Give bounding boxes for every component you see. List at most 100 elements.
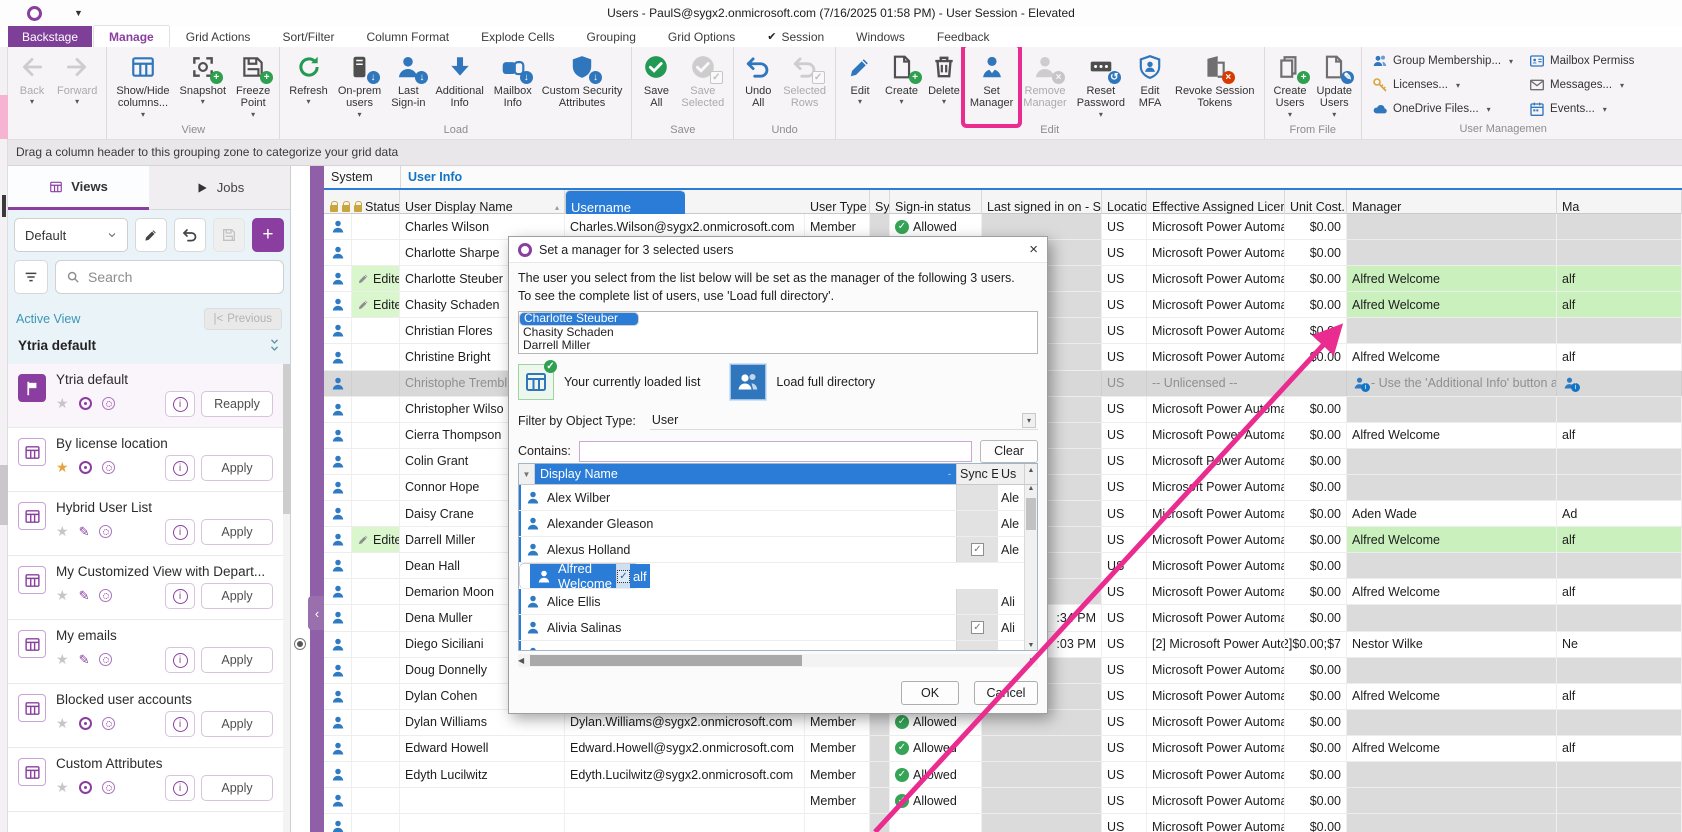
ribbon-button[interactable]: +Create▾: [880, 47, 923, 124]
ribbon-button[interactable]: Edit▾: [840, 47, 880, 124]
apply-view-button[interactable]: Reapply: [201, 391, 273, 417]
ribbon-button[interactable]: ↺Reset Password▾: [1072, 47, 1130, 124]
ok-button[interactable]: OK: [901, 681, 959, 705]
view-card[interactable]: By license location ★ ✎ i Apply: [8, 428, 283, 492]
ribbon-button[interactable]: ↓On-prem users▾: [333, 47, 386, 124]
ribbon-button[interactable]: Set Manager▾: [965, 47, 1018, 124]
user-row[interactable]: ✓ US Microsoft Power Automate $0.00: [324, 814, 1682, 832]
filter-button[interactable]: [14, 260, 48, 294]
favorite-star-icon[interactable]: ★: [56, 525, 69, 538]
favorite-star-icon[interactable]: ★: [56, 717, 69, 730]
scrollbar-thumb[interactable]: [530, 655, 802, 666]
directory-user-row[interactable]: ✓: [519, 641, 1037, 651]
vertical-scrollbar[interactable]: ▲▼: [1024, 485, 1037, 650]
currently-loaded-list-button[interactable]: ✓ Your currently loaded list: [518, 364, 700, 400]
ribbon-button[interactable]: Additional Info▾: [430, 47, 488, 124]
ribbon-button[interactable]: Refresh▾: [284, 47, 333, 124]
double-chevron-icon[interactable]: [269, 339, 280, 353]
directory-user-row[interactable]: Alivia Salinas ✓ Ali: [519, 615, 1037, 641]
tab-jobs[interactable]: Jobs: [149, 166, 290, 210]
ribbon-button[interactable]: ✓Save Selected▾: [676, 47, 729, 124]
view-selector[interactable]: Default: [14, 218, 128, 252]
ribbon-menu-button[interactable]: Licenses...▾: [1372, 77, 1513, 93]
checkbox-checked-icon[interactable]: ✓: [971, 543, 984, 556]
save-view-button[interactable]: [213, 218, 245, 252]
manage-views-button[interactable]: [135, 218, 167, 252]
ribbon-button[interactable]: ×Revoke Session Tokens▾: [1170, 47, 1260, 124]
ribbon-menu-button[interactable]: Events...▾: [1529, 101, 1634, 117]
selected-user-item[interactable]: Chasity Schaden: [519, 326, 1037, 340]
sidebar-scrollbar[interactable]: [283, 364, 290, 832]
view-info-button[interactable]: i: [165, 583, 195, 609]
ribbon-menu-button[interactable]: Mailbox Permiss▾: [1529, 53, 1634, 69]
ribbon-tab[interactable]: ✔Sort/Filter: [267, 26, 349, 47]
grouping-zone[interactable]: Drag a column header to this grouping zo…: [0, 140, 1682, 166]
favorite-star-icon[interactable]: ★: [56, 653, 69, 666]
apply-view-button[interactable]: Apply: [201, 711, 273, 737]
directory-col-display-name[interactable]: Display Name-: [535, 464, 956, 484]
ribbon-button[interactable]: Edit MFA▾: [1130, 47, 1170, 124]
previous-button[interactable]: |<Previous: [204, 308, 282, 330]
ribbon-tab[interactable]: ✔Grid Options: [653, 26, 750, 47]
directory-user-row[interactable]: Alex Wilber ✓ Ale: [519, 485, 1037, 511]
ribbon-button[interactable]: ↓Mailbox Info▾: [489, 47, 537, 124]
ribbon-button[interactable]: +Snapshot▾: [175, 47, 231, 124]
backstage-button[interactable]: Backstage: [8, 26, 92, 47]
apply-view-button[interactable]: Apply: [201, 519, 273, 545]
user-row[interactable]: Edward Howell Edward.Howell@sygx2.onmicr…: [324, 736, 1682, 762]
reset-view-button[interactable]: [174, 218, 206, 252]
directory-user-row[interactable]: Alfred Welcome ✓ alf: [519, 563, 639, 589]
sort-icon[interactable]: ▼: [519, 464, 535, 484]
apply-view-button[interactable]: Apply: [201, 775, 273, 801]
directory-user-row[interactable]: Alexus Holland ✓ Ale: [519, 537, 1037, 563]
ribbon-tab[interactable]: ✔Manage: [94, 26, 169, 47]
view-info-button[interactable]: i: [165, 391, 195, 417]
ribbon-button[interactable]: ↓Last Sign-in▾: [386, 47, 430, 124]
dialog-titlebar[interactable]: Set a manager for 3 selected users ×: [509, 237, 1047, 263]
directory-user-row[interactable]: Alice Ellis ✓ Ali: [519, 589, 1037, 615]
favorite-star-icon[interactable]: ★: [56, 589, 69, 602]
apply-view-button[interactable]: Apply: [201, 647, 273, 673]
sync-enabled-cell[interactable]: ✓: [956, 511, 998, 536]
directory-col-sync[interactable]: Sync E...: [956, 464, 998, 484]
ribbon-button[interactable]: +Freeze Point▾: [231, 47, 275, 124]
ribbon-button[interactable]: +Create Users▾: [1269, 47, 1312, 124]
load-full-directory-button[interactable]: Load full directory: [730, 364, 875, 400]
contains-input[interactable]: [579, 441, 972, 462]
sync-enabled-cell[interactable]: ✓: [956, 615, 998, 640]
sync-enabled-cell[interactable]: ✓: [956, 589, 998, 614]
ribbon-button[interactable]: Delete▾: [923, 47, 965, 124]
view-info-button[interactable]: i: [165, 519, 195, 545]
view-card[interactable]: Custom Attributes ★ ✎ i Apply: [8, 748, 283, 812]
user-row[interactable]: Member ✓Allowed US Microsoft Power Autom…: [324, 788, 1682, 814]
ribbon-menu-button[interactable]: Messages...▾: [1529, 77, 1634, 93]
directory-col-username[interactable]: Us: [998, 464, 1024, 484]
apply-view-button[interactable]: Apply: [201, 583, 273, 609]
ribbon-button[interactable]: ↓Custom Security Attributes▾: [537, 47, 628, 124]
directory-user-row[interactable]: Alexander Gleason ✓ Ale: [519, 511, 1037, 537]
favorite-star-icon[interactable]: ★: [56, 461, 69, 474]
ribbon-tab[interactable]: ✔Windows: [841, 26, 920, 47]
ribbon-tab[interactable]: ✔Explode Cells: [466, 26, 569, 47]
ribbon-button[interactable]: Save All▾: [636, 47, 676, 124]
view-info-button[interactable]: i: [165, 711, 195, 737]
favorite-star-icon[interactable]: ★: [56, 397, 69, 410]
ribbon-tab[interactable]: ✔Grid Actions: [171, 26, 266, 47]
checkbox-checked-icon[interactable]: ✓: [971, 621, 984, 634]
clear-button[interactable]: Clear: [980, 440, 1038, 463]
sync-enabled-cell[interactable]: ✓: [956, 485, 998, 510]
user-row[interactable]: Edyth Lucilwitz Edyth.Lucilwitz@sygx2.on…: [324, 762, 1682, 788]
ribbon-button[interactable]: ✓Selected Rows▾: [778, 47, 831, 124]
dropdown-arrow-icon[interactable]: ▾: [1022, 413, 1036, 428]
view-card[interactable]: Ytria default ★ ✎ i Reapply: [8, 364, 283, 428]
view-card[interactable]: Hybrid User List ★ ✎ i Apply: [8, 492, 283, 556]
sync-enabled-cell[interactable]: ✓: [956, 537, 998, 562]
sync-enabled-cell[interactable]: ✓: [956, 641, 998, 651]
checkbox-checked-icon[interactable]: ✓: [617, 570, 630, 583]
ribbon-tab[interactable]: ✔Column Format: [351, 26, 464, 47]
scroll-right-icon[interactable]: ▶: [1030, 656, 1036, 665]
ribbon-button[interactable]: Show/Hide columns...▾: [111, 47, 174, 124]
favorite-star-icon[interactable]: ★: [56, 781, 69, 794]
add-view-button[interactable]: +: [252, 218, 284, 252]
selected-user-item[interactable]: Darrell Miller: [519, 339, 1037, 353]
